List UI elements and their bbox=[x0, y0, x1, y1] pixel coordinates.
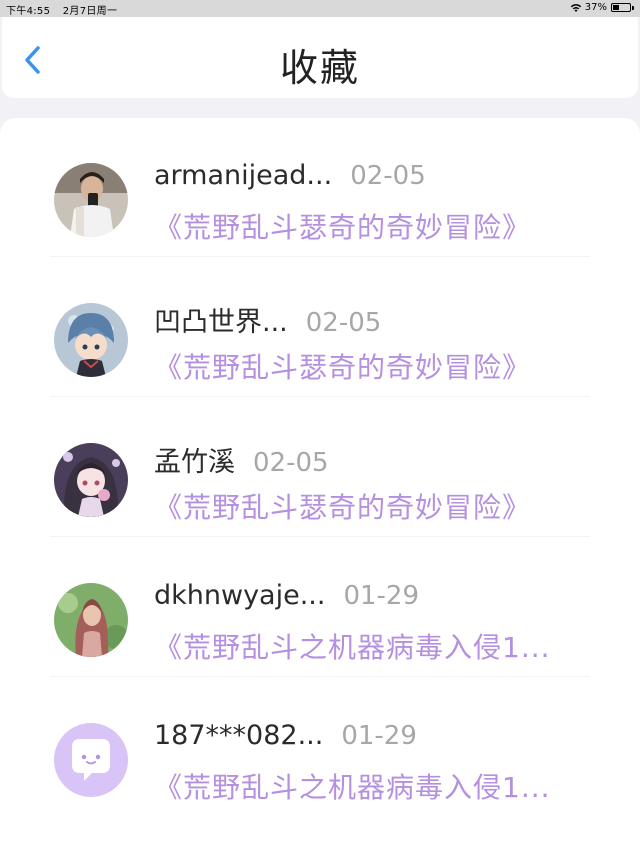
date: 02-05 bbox=[305, 308, 382, 338]
default-chat-icon bbox=[54, 723, 128, 797]
avatar[interactable] bbox=[54, 723, 128, 797]
anime-girl-avatar bbox=[54, 443, 128, 517]
date: 01-29 bbox=[343, 581, 420, 611]
username: armanijead... bbox=[154, 160, 333, 191]
status-date: 2月7日周一 bbox=[62, 6, 118, 17]
date: 02-05 bbox=[253, 448, 329, 478]
divider bbox=[50, 396, 590, 397]
status-time: 下午4:55 bbox=[6, 6, 51, 17]
nav-header: 收藏 bbox=[2, 17, 638, 98]
username: dkhnwyaje... bbox=[154, 580, 326, 611]
page-title: 收藏 bbox=[279, 46, 360, 90]
battery-tip bbox=[632, 5, 634, 10]
name-row: 孟竹溪 02-05 bbox=[154, 440, 329, 479]
favorite-item[interactable]: 凹凸世界... 02-05 《荒野乱斗瑟奇的奇妙冒险》 bbox=[0, 258, 640, 398]
favorite-item[interactable]: dkhnwyaje... 01-29 《荒野乱斗之机器病毒入侵1... bbox=[0, 538, 640, 678]
favorite-title[interactable]: 《荒野乱斗瑟奇的奇妙冒险》 bbox=[154, 206, 531, 246]
name-row: armanijead... 02-05 bbox=[154, 160, 426, 191]
battery-fill bbox=[613, 5, 619, 10]
user-photo-avatar bbox=[54, 583, 128, 657]
battery-percentage: 37% bbox=[584, 2, 607, 13]
username: 孟竹溪 bbox=[154, 447, 235, 478]
avatar[interactable] bbox=[54, 303, 128, 377]
name-row: dkhnwyaje... 01-29 bbox=[154, 580, 419, 611]
favorite-title[interactable]: 《荒野乱斗之机器病毒入侵1... bbox=[154, 626, 551, 666]
date: 01-29 bbox=[341, 721, 417, 751]
name-row: 187***082... 01-29 bbox=[154, 720, 417, 751]
favorite-title[interactable]: 《荒野乱斗之机器病毒入侵1... bbox=[154, 766, 551, 806]
status-right: 37% bbox=[570, 2, 634, 13]
avatar[interactable] bbox=[54, 583, 128, 657]
avatar[interactable] bbox=[54, 443, 128, 517]
divider bbox=[50, 256, 590, 257]
date: 02-05 bbox=[350, 161, 426, 191]
divider bbox=[50, 676, 590, 677]
favorite-item[interactable]: 187***082... 01-29 《荒野乱斗之机器病毒入侵1... bbox=[0, 678, 640, 818]
anime-boy-avatar bbox=[54, 303, 128, 377]
favorite-item[interactable]: armanijead... 02-05 《荒野乱斗瑟奇的奇妙冒险》 bbox=[0, 118, 640, 258]
username: 凹凸世界... bbox=[154, 307, 288, 338]
divider bbox=[50, 536, 590, 537]
favorite-title[interactable]: 《荒野乱斗瑟奇的奇妙冒险》 bbox=[154, 346, 531, 386]
battery-icon bbox=[611, 3, 631, 12]
status-left: 下午4:55 2月7日周一 bbox=[6, 2, 126, 17]
favorite-title[interactable]: 《荒野乱斗瑟奇的奇妙冒险》 bbox=[154, 486, 531, 526]
name-row: 凹凸世界... 02-05 bbox=[154, 300, 381, 339]
status-bar: 下午4:55 2月7日周一 37% bbox=[0, 0, 640, 17]
favorite-item[interactable]: 孟竹溪 02-05 《荒野乱斗瑟奇的奇妙冒险》 bbox=[0, 398, 640, 538]
avatar[interactable] bbox=[54, 163, 128, 237]
username: 187***082... bbox=[154, 720, 324, 751]
user-photo-avatar bbox=[54, 163, 128, 237]
favorites-list: armanijead... 02-05 《荒野乱斗瑟奇的奇妙冒险》 凹凸世界..… bbox=[0, 118, 640, 853]
wifi-icon bbox=[570, 3, 582, 12]
